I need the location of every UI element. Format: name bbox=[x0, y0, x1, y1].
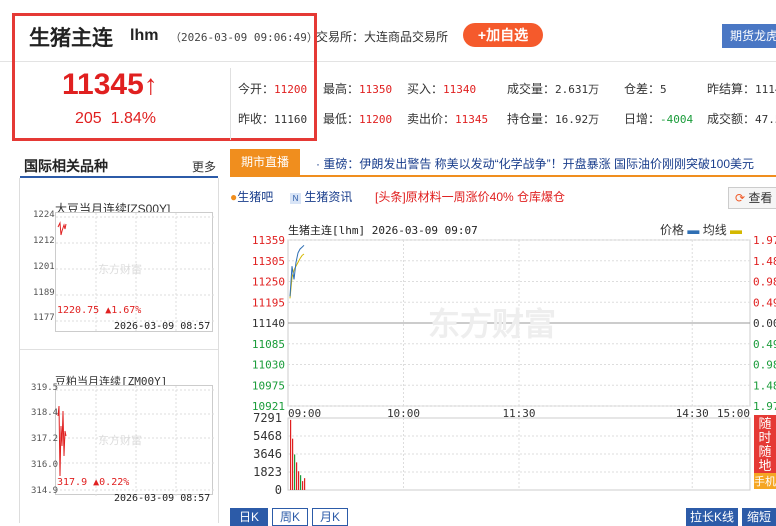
watermark: 东方财富 bbox=[98, 262, 142, 276]
y-tick-label: 11195 bbox=[252, 296, 285, 309]
volume-bar bbox=[292, 438, 294, 490]
high-field: 最高：11350 bbox=[323, 82, 393, 96]
prev-close-field: 昨收：11160 bbox=[238, 112, 308, 126]
x-tick-label: 11:30 bbox=[502, 407, 535, 420]
volume-bar bbox=[290, 419, 292, 490]
x-tick-label: 14:30 bbox=[676, 407, 709, 420]
y-tick-label: 11305 bbox=[252, 255, 285, 268]
volume-bar bbox=[294, 454, 296, 490]
y-right-tick-label: 1.97 bbox=[753, 400, 776, 413]
tick-label: 319.5 bbox=[31, 383, 59, 393]
futures-rank-button[interactable]: 期货龙虎 bbox=[722, 24, 776, 48]
buy-field: 买入：11340 bbox=[407, 82, 477, 96]
tick-label: 1201 bbox=[33, 262, 55, 272]
y-tick-label: 11250 bbox=[252, 276, 285, 289]
low-field: 最低：11200 bbox=[323, 112, 393, 126]
mobile-promo-label[interactable]: 手机 bbox=[754, 473, 776, 489]
y-right-tick-label: 1.97 bbox=[753, 234, 776, 247]
forum-link[interactable]: ●生猪吧 bbox=[230, 188, 273, 205]
stretch-k-button[interactable]: 拉长K线 bbox=[686, 508, 738, 526]
y-right-tick-label: 0.98 bbox=[753, 276, 776, 289]
amount-field: 成交额：47.5 bbox=[707, 112, 776, 126]
tick-label: 316.0 bbox=[31, 460, 59, 470]
tick-label: 318.4 bbox=[31, 408, 59, 418]
sidebar-title: 国际相关品种 bbox=[24, 158, 108, 174]
mini-chart-time: 2026-03-09 08:57 bbox=[114, 493, 211, 504]
price-line bbox=[289, 244, 305, 297]
y-tick-label: 11359 bbox=[252, 234, 285, 247]
divider bbox=[20, 349, 218, 350]
y-right-tick-label: 0.00 bbox=[753, 317, 776, 330]
refresh-icon: ⟳ bbox=[735, 191, 746, 205]
tick-label: 317.2 bbox=[31, 434, 59, 444]
tick-label: 1189 bbox=[33, 288, 55, 298]
daily-change-field: 日增：-4004 bbox=[624, 112, 694, 126]
tick-label: 1212 bbox=[33, 236, 55, 246]
x-tick-label: 09:00 bbox=[288, 407, 321, 420]
tick-label: 1224 bbox=[33, 210, 55, 220]
volume-bar bbox=[300, 475, 302, 490]
news-icon: N bbox=[290, 193, 301, 204]
tab-live[interactable]: 期市直播 bbox=[230, 149, 300, 175]
open-field: 今开：11200 bbox=[238, 82, 308, 96]
mobile-promo-tag[interactable]: 随时随地 bbox=[754, 415, 776, 473]
y-right-tick-label: 0.49 bbox=[753, 296, 776, 309]
position-diff-field: 仓差：5 bbox=[624, 82, 667, 96]
tab-weekly-k[interactable]: 周K bbox=[272, 508, 308, 526]
volume-tick-label: 7291 bbox=[253, 411, 282, 425]
more-link[interactable]: 更多 bbox=[192, 158, 216, 175]
view-button[interactable]: ⟳ 查看 bbox=[728, 187, 776, 209]
watermark: 东方财富 bbox=[98, 433, 142, 447]
volume-bar bbox=[296, 462, 298, 490]
y-right-tick-label: 0.49 bbox=[753, 338, 776, 351]
y-tick-label: 11030 bbox=[252, 359, 285, 372]
y-tick-label: 10975 bbox=[252, 379, 285, 392]
mini-chart-price: 317.9 ▲0.22% bbox=[57, 477, 130, 488]
exchange-label: 交易所：大连商品交易所 bbox=[316, 30, 449, 44]
open-interest-field: 持仓量：16.92万 bbox=[507, 112, 600, 126]
volume-tick-label: 0 bbox=[275, 483, 282, 497]
y-right-tick-label: 1.48 bbox=[753, 379, 776, 392]
y-right-tick-label: 0.98 bbox=[753, 359, 776, 372]
news-link[interactable]: N 生猪资讯 bbox=[290, 188, 352, 205]
y-tick-label: 11140 bbox=[252, 317, 285, 330]
tab-monthly-k[interactable]: 月K bbox=[312, 508, 348, 526]
volume-bar bbox=[298, 471, 300, 490]
headline-link[interactable]: [头条]原材料一周涨价40% 仓库爆仓 bbox=[375, 188, 565, 205]
tick-label: 1177 bbox=[33, 313, 55, 323]
sell-field: 卖出价：11345 bbox=[407, 112, 489, 126]
volume-tick-label: 1823 bbox=[253, 465, 282, 479]
tick-label: 314.9 bbox=[31, 486, 59, 496]
add-watchlist-button[interactable]: +加自选 bbox=[463, 23, 543, 47]
mini-chart-price: 1220.75 ▲1.67% bbox=[57, 305, 142, 316]
news-ticker[interactable]: · 重磅：伊朗发出警告 称美以发动“化学战争”！开盘暴涨 国际油价刚刚突破100… bbox=[316, 155, 776, 172]
shrink-k-button[interactable]: 缩短 bbox=[742, 508, 776, 526]
volume-bar bbox=[302, 481, 304, 490]
volume-tick-label: 3646 bbox=[253, 447, 282, 461]
volume-tick-label: 5468 bbox=[253, 429, 282, 443]
y-tick-label: 11085 bbox=[252, 338, 285, 351]
divider bbox=[230, 175, 776, 177]
intraday-chart[interactable]: 11359 1.97 11305 1.48 11250 0.98 11195 0.49 1114… bbox=[230, 230, 776, 523]
x-tick-label: 15:00 bbox=[717, 407, 750, 420]
prev-settle-field: 昨结算：1114 bbox=[707, 82, 776, 96]
x-tick-label: 10:00 bbox=[387, 407, 420, 420]
tab-daily-k[interactable]: 日K bbox=[230, 508, 268, 526]
mini-chart-time: 2026-03-09 08:57 bbox=[114, 321, 211, 332]
divider bbox=[230, 68, 231, 140]
watermark: 东方财富 bbox=[428, 306, 556, 342]
volume-field: 成交量：2.631万 bbox=[507, 82, 600, 96]
y-right-tick-label: 1.48 bbox=[753, 255, 776, 268]
volume-bar bbox=[304, 478, 306, 490]
